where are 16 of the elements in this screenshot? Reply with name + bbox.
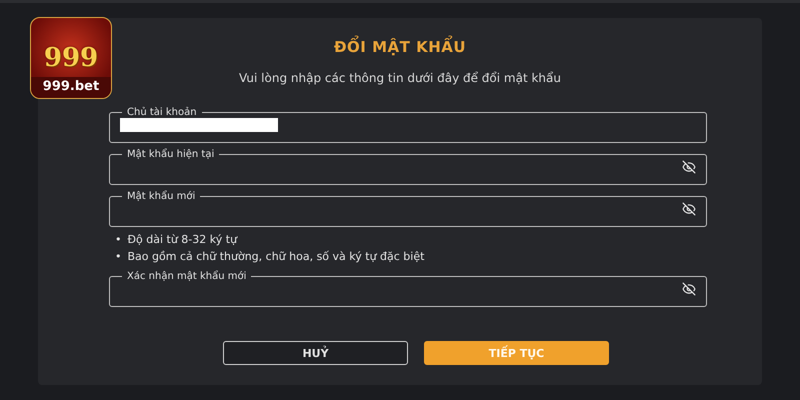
input-field[interactable]: Mật khẩu mới <box>109 191 707 227</box>
logo-caption: 999.bet <box>31 77 111 98</box>
dialog-title: ĐỔI MẬT KHẨU <box>334 38 466 56</box>
input-field[interactable]: Chủ tài khoản <box>109 107 707 143</box>
bullet-mark: • <box>115 232 122 248</box>
eye-slash-icon[interactable] <box>682 202 696 216</box>
eye-slash-icon[interactable] <box>682 282 696 296</box>
cancel-button[interactable]: HUỶ <box>223 341 408 365</box>
input-field[interactable]: Xác nhận mật khẩu mới <box>109 271 707 307</box>
requirement-text: Độ dài từ 8-32 ký tự <box>128 232 238 248</box>
eye-slash-icon[interactable] <box>682 160 696 174</box>
logo-number: 999 <box>44 45 98 71</box>
requirement-text: Bao gồm cả chữ thường, chữ hoa, số và ký tự đặc biệt <box>128 249 424 265</box>
input-field[interactable]: Mật khẩu hiện tại <box>109 149 707 185</box>
bullet-mark: • <box>115 249 122 265</box>
instruction-text: Vui lòng nhập các thông tin dưới đây để đổi mật khẩu <box>239 71 561 85</box>
